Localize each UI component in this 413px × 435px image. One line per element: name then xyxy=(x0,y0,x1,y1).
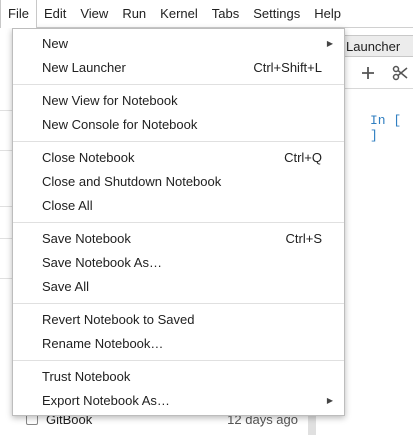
menu-tabs[interactable]: Tabs xyxy=(205,0,246,28)
menu-item-shortcut: Ctrl+Shift+L xyxy=(253,60,322,75)
menu-item-rename[interactable]: Rename Notebook… xyxy=(13,332,344,356)
menu-item-label: Trust Notebook xyxy=(42,369,131,384)
menu-item-new-view[interactable]: New View for Notebook xyxy=(13,89,344,113)
menu-item-trust[interactable]: Trust Notebook xyxy=(13,365,344,389)
menu-item-label: Save Notebook As… xyxy=(42,255,162,270)
menu-item-label: Save Notebook xyxy=(42,231,131,246)
menu-help[interactable]: Help xyxy=(307,0,348,28)
chevron-right-icon: ▶ xyxy=(326,39,333,48)
menu-separator xyxy=(13,360,344,361)
menu-item-close-shutdown[interactable]: Close and Shutdown Notebook xyxy=(13,170,344,194)
menu-item-label: New Launcher xyxy=(42,60,126,75)
menu-item-label: Close Notebook xyxy=(42,150,135,165)
tab-launcher[interactable]: Launcher xyxy=(338,35,413,57)
menu-item-export[interactable]: Export Notebook As… ▶ xyxy=(13,389,344,413)
divider xyxy=(0,238,12,239)
menu-item-label: New View for Notebook xyxy=(42,93,178,108)
menu-settings[interactable]: Settings xyxy=(246,0,307,28)
divider xyxy=(0,150,12,151)
menu-view[interactable]: View xyxy=(73,0,115,28)
menu-item-save-all[interactable]: Save All xyxy=(13,275,344,299)
divider xyxy=(0,278,12,279)
menu-item-shortcut: Ctrl+Q xyxy=(284,150,322,165)
menu-run[interactable]: Run xyxy=(115,0,153,28)
chevron-right-icon: ▶ xyxy=(326,396,333,405)
divider xyxy=(0,206,12,207)
menu-separator xyxy=(13,303,344,304)
menu-item-new[interactable]: New ▶ xyxy=(13,32,344,56)
menu-item-label: Close and Shutdown Notebook xyxy=(42,174,222,189)
menu-separator xyxy=(13,84,344,85)
menu-item-label: Close All xyxy=(42,198,93,213)
menu-item-label: Revert Notebook to Saved xyxy=(42,312,195,327)
menu-kernel[interactable]: Kernel xyxy=(153,0,205,28)
menu-separator xyxy=(13,222,344,223)
menu-item-new-launcher[interactable]: New Launcher Ctrl+Shift+L xyxy=(13,56,344,80)
menu-edit[interactable]: Edit xyxy=(37,0,73,28)
divider xyxy=(0,110,12,111)
scissors-icon[interactable] xyxy=(389,62,411,84)
menu-item-save-as[interactable]: Save Notebook As… xyxy=(13,251,344,275)
menu-item-label: Export Notebook As… xyxy=(42,393,170,408)
menu-file[interactable]: File xyxy=(0,0,37,28)
menu-separator xyxy=(13,141,344,142)
file-menu-dropdown: New ▶ New Launcher Ctrl+Shift+L New View… xyxy=(12,28,345,416)
menu-item-new-console[interactable]: New Console for Notebook xyxy=(13,113,344,137)
menu-item-label: New Console for Notebook xyxy=(42,117,198,132)
file-browser-edge xyxy=(0,28,12,435)
menu-item-label: New xyxy=(42,36,69,51)
menu-item-revert[interactable]: Revert Notebook to Saved xyxy=(13,308,344,332)
menu-item-label: Rename Notebook… xyxy=(42,336,164,351)
menu-item-label: Save All xyxy=(42,279,89,294)
plus-icon[interactable] xyxy=(357,62,379,84)
menu-item-shortcut: Ctrl+S xyxy=(285,231,322,246)
menu-item-close-all[interactable]: Close All xyxy=(13,194,344,218)
menu-item-close-notebook[interactable]: Close Notebook Ctrl+Q xyxy=(13,146,344,170)
cell-prompt: In [ ] xyxy=(370,113,402,143)
menu-bar: File Edit View Run Kernel Tabs Settings … xyxy=(0,0,413,28)
menu-item-save-notebook[interactable]: Save Notebook Ctrl+S xyxy=(13,227,344,251)
notebook-toolbar xyxy=(338,57,413,89)
